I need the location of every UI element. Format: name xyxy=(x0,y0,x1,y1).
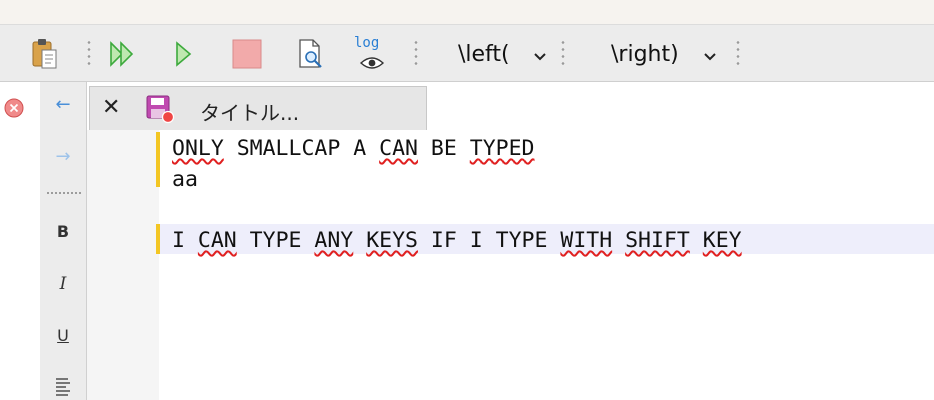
save-modified-icon xyxy=(146,95,175,124)
text-run: aa xyxy=(172,167,198,192)
align-button[interactable] xyxy=(40,376,86,400)
right-delimiter-value: \right) xyxy=(611,42,679,67)
log-view-button[interactable]: log xyxy=(353,35,387,73)
toolbar-separator xyxy=(87,39,91,69)
formatting-toolbar: ← → B I U xyxy=(40,82,87,400)
toolbar: log \left( \right) xyxy=(0,24,934,82)
unsaved-indicator xyxy=(145,93,175,129)
chevron-down-icon xyxy=(704,53,716,61)
misspelled-word: KEYS xyxy=(366,228,418,253)
document-search-icon xyxy=(299,39,322,68)
underline-icon: U xyxy=(57,326,69,345)
tab-document[interactable]: ✕ タイトル... xyxy=(89,86,427,130)
structure-panel xyxy=(0,82,41,400)
bold-icon: B xyxy=(56,222,70,241)
align-left-icon xyxy=(56,378,70,396)
window-top-strip xyxy=(0,0,934,24)
line-gutter xyxy=(87,130,159,400)
change-marker xyxy=(156,132,160,187)
italic-icon: I xyxy=(59,274,67,294)
misspelled-word: CAN xyxy=(197,228,237,253)
preview-button[interactable] xyxy=(296,38,326,74)
left-delimiter-value: \left( xyxy=(458,42,510,67)
panel-close-button[interactable] xyxy=(4,98,24,122)
toolbar-separator xyxy=(561,39,565,69)
misspelled-word: CAN xyxy=(379,136,418,161)
tab-bar: ✕ タイトル... xyxy=(87,82,934,130)
bold-button[interactable]: B xyxy=(40,222,86,241)
underline-button[interactable]: U xyxy=(40,326,86,345)
stop-button[interactable] xyxy=(232,39,262,73)
fast-forward-icon xyxy=(110,41,134,67)
close-circle-icon xyxy=(4,98,24,118)
misspelled-word: SHIFT xyxy=(625,228,690,253)
run-button[interactable] xyxy=(172,39,198,73)
back-button[interactable]: ← xyxy=(40,94,86,115)
text-run: I xyxy=(172,228,198,253)
eye-icon xyxy=(359,57,385,69)
misspelled-word: ANY xyxy=(314,228,354,253)
misspelled-word: KEY xyxy=(702,228,742,253)
text-run: TYPE xyxy=(236,228,315,253)
play-icon xyxy=(176,41,192,67)
log-label: log xyxy=(354,35,380,51)
misspelled-word: ONLY xyxy=(172,136,224,161)
toolbar-separator xyxy=(414,39,418,69)
chevron-down-icon xyxy=(534,53,546,61)
text-run: BE xyxy=(417,136,470,161)
clipboard-icon xyxy=(32,39,57,69)
tab-title: タイトル... xyxy=(200,101,300,125)
left-delimiter-dropdown[interactable]: \left( xyxy=(448,25,552,83)
toolbar-separator xyxy=(736,39,740,69)
editor[interactable]: ONLY SMALLCAP A CAN BE TYPED aa I CAN TYPE… xyxy=(87,130,934,400)
editor-line: ONLY SMALLCAP A CAN BE TYPED xyxy=(172,134,534,164)
text-run: SMALLCAP A xyxy=(223,136,380,161)
forward-button[interactable]: → xyxy=(40,146,86,167)
editor-line: aa xyxy=(172,165,198,195)
forward-arrow-icon: → xyxy=(55,146,71,167)
run-all-button[interactable] xyxy=(108,39,138,73)
text-run xyxy=(690,228,703,253)
tab-close-button[interactable]: ✕ xyxy=(102,95,120,120)
editor-line: I CAN TYPE ANY KEYS IF I TYPE WITH SHIFT… xyxy=(172,226,742,256)
back-arrow-icon: ← xyxy=(55,94,71,115)
stop-icon xyxy=(232,39,262,69)
text-run xyxy=(353,228,366,253)
italic-button[interactable]: I xyxy=(40,274,86,294)
close-icon: ✕ xyxy=(102,95,121,120)
text-run xyxy=(612,228,625,253)
misspelled-word: TYPED xyxy=(469,136,535,161)
misspelled-word: WITH xyxy=(560,228,613,253)
text-run: IF I TYPE xyxy=(417,228,561,253)
right-delimiter-dropdown[interactable]: \right) xyxy=(600,25,722,83)
side-separator xyxy=(46,192,82,194)
paste-button[interactable] xyxy=(30,38,60,74)
